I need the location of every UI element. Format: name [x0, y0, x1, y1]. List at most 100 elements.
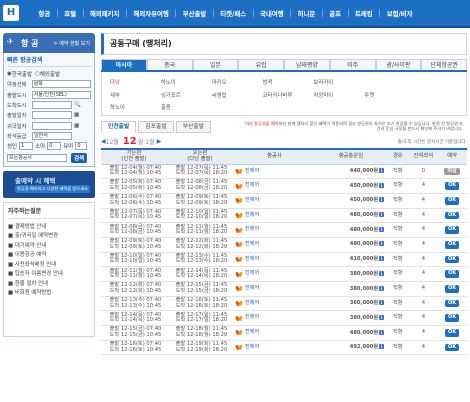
book-button[interactable]: OK	[445, 196, 460, 205]
seat-class-select[interactable]: 일반석	[32, 131, 72, 140]
fare-price: 480,000원	[349, 212, 379, 219]
reservation-status-link[interactable]: > 예약 현황 보기	[53, 40, 90, 47]
menu-item-ticket[interactable]: 티켓/패스	[214, 9, 253, 18]
return-times: 출발 12-08(금) 11:45 도착 12-08(금) 18:20	[166, 178, 233, 194]
book-button[interactable]: OK	[445, 343, 460, 352]
city-link[interactable]: 씨엠립	[212, 91, 263, 100]
city-link[interactable]: 세부	[110, 91, 161, 100]
book-button[interactable]: OK	[445, 211, 460, 220]
info-icon[interactable]: i	[379, 212, 385, 218]
faq-link[interactable]: ■ 환불 절차 안내	[8, 279, 90, 289]
jinair-logo-icon	[234, 256, 244, 263]
info-icon[interactable]: i	[379, 241, 385, 247]
faq-link[interactable]: ■ 대기예약 안내	[8, 241, 90, 251]
info-icon[interactable]: i	[379, 197, 385, 203]
airline-name: 진에어	[244, 240, 260, 247]
next-month-arrow[interactable]: ▶	[157, 138, 162, 145]
city-link[interactable]: 보라카이	[313, 78, 364, 87]
menu-item-flight[interactable]: 항공	[32, 9, 57, 18]
menu-item-busan[interactable]: 부산출발	[176, 9, 213, 18]
child-count-select[interactable]: 0	[47, 142, 62, 151]
return-date-input[interactable]	[32, 121, 72, 130]
menu-item-golf[interactable]: 골프	[323, 9, 348, 18]
info-icon[interactable]: i	[379, 300, 385, 306]
info-icon[interactable]: i	[379, 168, 385, 174]
airline-cell: 진에어	[232, 237, 316, 253]
tab-incheon[interactable]: 인천출발	[101, 121, 137, 133]
city-link[interactable]: 방콕	[263, 78, 314, 87]
promo-banner[interactable]: 출예약 시 혜택 항공권 예약하고 다양한 혜택을 받으세요	[3, 170, 95, 198]
book-button[interactable]: OK	[445, 329, 460, 337]
menu-item-hotel[interactable]: 호텔	[58, 9, 83, 18]
tab-asia[interactable]: 아시아	[101, 59, 147, 70]
tab-americas[interactable]: 미주	[329, 59, 376, 70]
city-link[interactable]: 치앙마이	[313, 91, 364, 100]
tab-busan[interactable]: 부산출발	[175, 121, 212, 133]
search-button[interactable]: 검색	[71, 152, 88, 163]
tab-japan[interactable]: 일본	[192, 59, 239, 70]
book-button[interactable]: OK	[445, 182, 460, 190]
info-icon[interactable]: i	[379, 314, 385, 320]
infant-count-select[interactable]: 0	[75, 142, 88, 151]
info-icon[interactable]: i	[379, 329, 385, 335]
faq-link[interactable]: ■ 이용항공 예약	[8, 250, 90, 260]
calendar-icon[interactable]: ▦	[74, 112, 79, 118]
tab-south-pacific[interactable]: 남태평양	[284, 59, 330, 70]
book-button[interactable]: OK	[445, 240, 460, 249]
city-link[interactable]: 홍콩	[161, 103, 212, 112]
faq-link[interactable]: ■ 비회원 예약방법	[8, 288, 90, 298]
airline-name: 진에어	[244, 182, 260, 189]
info-icon[interactable]: i	[379, 226, 385, 232]
info-icon[interactable]: i	[379, 270, 385, 276]
menu-item-insurance[interactable]: 보험/비자	[380, 9, 419, 18]
book-button[interactable]: OK	[445, 285, 460, 293]
faq-link[interactable]: ■ 결제방법 안내	[8, 222, 90, 232]
to-city-input[interactable]	[32, 101, 72, 110]
book-button[interactable]: OK	[445, 270, 460, 278]
city-link[interactable]: 다낭	[110, 78, 161, 87]
menu-item-package[interactable]: 해외패키지	[84, 9, 126, 18]
info-icon[interactable]: i	[379, 182, 385, 188]
menu-item-domestic[interactable]: 국내여행	[254, 9, 291, 18]
city-link[interactable]: 싱가포르	[161, 91, 212, 100]
book-button[interactable]: OK	[445, 314, 460, 323]
info-icon[interactable]: i	[379, 344, 385, 350]
city-link[interactable]: 코타키나바루	[263, 91, 314, 100]
info-icon[interactable]: i	[379, 256, 385, 262]
book-button[interactable]: OK	[445, 255, 460, 264]
departure-times: 출발 12-06(수) 07:40 도착 12-06(수) 10:45	[101, 193, 167, 209]
adult-count-select[interactable]: 1	[19, 142, 34, 151]
airline-select[interactable]: 모든항공사	[7, 153, 67, 162]
city-link[interactable]: 하노이	[161, 78, 212, 87]
menu-item-trekking[interactable]: 트레킹	[349, 9, 380, 18]
book-button[interactable]: OK	[445, 226, 460, 234]
prev-month[interactable]: 12월	[106, 137, 119, 146]
tab-guam-saipan[interactable]: 괌/사이판	[375, 59, 422, 70]
tab-group[interactable]: 단체항공권	[421, 59, 467, 70]
departure-date-input[interactable]	[32, 111, 72, 120]
menu-item-free-travel[interactable]: 해외자유여행	[127, 9, 175, 18]
trip-type-select[interactable]: 왕복	[31, 80, 91, 89]
info-icon[interactable]: i	[379, 285, 385, 291]
city-link[interactable]: 마카오	[212, 78, 263, 87]
from-city-select[interactable]: 서울/인천(SEL)	[31, 90, 91, 99]
departure-times: 출발 12-05(화) 07:40 도착 12-05(화) 10:45	[101, 178, 167, 194]
city-link[interactable]: 하노이	[110, 103, 161, 112]
faq-link[interactable]: ■ 탑승자 이름변경 안내	[8, 269, 90, 279]
faq-link[interactable]: ■ 출/귀국일 예약변경	[8, 231, 90, 241]
tab-gimpo[interactable]: 김포출발	[138, 121, 174, 133]
trip-type-label: 여정선택	[7, 82, 27, 89]
tab-europe[interactable]: 유럽	[238, 59, 284, 70]
next-month[interactable]: 1월	[145, 137, 154, 146]
table-row: 출발 12-16(토) 07:40 도착 12-16(토) 10:45 출발 12-…	[101, 340, 467, 356]
price-cell: 480,000원 i	[315, 325, 387, 341]
menu-item-honeymoon[interactable]: 허니문	[291, 9, 322, 18]
site-logo[interactable]: H	[3, 5, 19, 21]
calendar-icon[interactable]: ▦	[74, 123, 79, 129]
city-link[interactable]: 푸켓	[364, 91, 415, 100]
book-button[interactable]: OK	[445, 299, 460, 308]
search-icon[interactable]: 🔍	[74, 102, 81, 108]
faq-link[interactable]: ■ 사전좌석배정 안내	[8, 260, 90, 270]
airline-name: 진에어	[244, 343, 260, 350]
tab-china[interactable]: 중국	[146, 59, 193, 70]
